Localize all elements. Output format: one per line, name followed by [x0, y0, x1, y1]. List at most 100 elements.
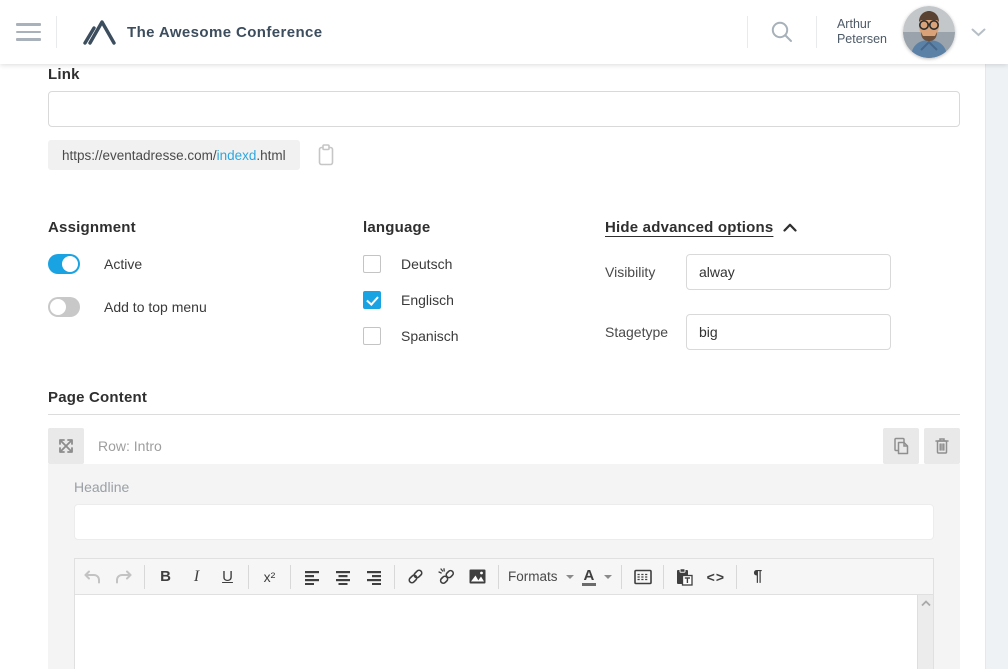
page: Link https://eventadresse.com/indexd.htm…	[0, 64, 1008, 669]
visibility-input[interactable]	[686, 254, 891, 290]
user-first-name: Arthur	[837, 17, 887, 32]
paragraph-button[interactable]: ¶	[742, 561, 773, 593]
checkbox-row-englisch: Englisch	[363, 291, 605, 309]
dropdown-caret-icon	[604, 575, 612, 579]
user-avatar[interactable]	[903, 6, 955, 58]
user-menu-caret[interactable]	[955, 28, 1008, 37]
formats-dropdown[interactable]: Formats	[504, 561, 578, 593]
active-toggle[interactable]	[48, 254, 80, 274]
advanced-options-section: Hide advanced options Visibility Stagety…	[605, 219, 960, 350]
text-color-button[interactable]: A	[578, 561, 617, 593]
top-menu-toggle-label: Add to top menu	[104, 299, 207, 315]
hamburger-icon	[16, 23, 41, 26]
insert-image-button[interactable]	[462, 561, 493, 593]
top-menu-toggle[interactable]	[48, 297, 80, 317]
align-left-icon	[304, 569, 320, 585]
link-input[interactable]	[48, 91, 960, 127]
brand[interactable]: The Awesome Conference	[57, 19, 323, 45]
visual-blocks-icon	[634, 569, 652, 585]
url-preview-row: https://eventadresse.com/indexd.html	[48, 140, 960, 170]
underline-button[interactable]: U	[212, 561, 243, 593]
spanisch-label: Spanisch	[401, 328, 459, 344]
undo-button[interactable]	[77, 561, 108, 593]
link-icon	[407, 568, 424, 585]
content-row-header: Row: Intro	[48, 428, 960, 464]
toggle-row-top-menu: Add to top menu	[48, 297, 363, 317]
url-slug: indexd	[217, 148, 257, 163]
app-title: The Awesome Conference	[127, 24, 323, 41]
editor-toolbar: B I U x²	[75, 559, 933, 595]
align-right-button[interactable]	[358, 561, 389, 593]
editor-scrollbar[interactable]	[917, 595, 933, 669]
headline-input[interactable]	[74, 504, 934, 540]
deutsch-checkbox[interactable]	[363, 255, 381, 273]
delete-row-button[interactable]	[924, 428, 960, 464]
clipboard-icon	[316, 144, 336, 166]
remove-link-button[interactable]	[431, 561, 462, 593]
headline-label: Headline	[74, 479, 934, 495]
search-button[interactable]	[748, 0, 816, 64]
image-icon	[469, 569, 486, 584]
editor-content-area[interactable]	[75, 595, 933, 669]
hamburger-menu-button[interactable]	[0, 0, 56, 64]
assignment-label: Assignment	[48, 219, 363, 237]
link-section: Link https://eventadresse.com/indexd.htm…	[48, 66, 960, 170]
avatar-photo	[903, 6, 955, 58]
visual-blocks-button[interactable]	[627, 561, 658, 593]
url-suffix: .html	[256, 148, 285, 163]
stagetype-label: Stagetype	[605, 324, 686, 340]
englisch-checkbox[interactable]	[363, 291, 381, 309]
page-right-gutter	[985, 64, 1008, 669]
forecolor-icon: A	[582, 568, 597, 586]
source-code-button[interactable]: <>	[700, 561, 731, 593]
align-left-button[interactable]	[296, 561, 327, 593]
hide-advanced-options-link[interactable]: Hide advanced options	[605, 219, 797, 236]
italic-button[interactable]: I	[181, 561, 212, 593]
paste-text-icon	[676, 568, 693, 586]
section-divider	[48, 414, 960, 415]
user-name: Arthur Petersen	[817, 17, 903, 47]
hide-advanced-options-label: Hide advanced options	[605, 219, 773, 236]
url-preview: https://eventadresse.com/indexd.html	[48, 140, 300, 170]
richtext-editor: B I U x²	[74, 558, 934, 669]
unlink-icon	[438, 568, 456, 585]
superscript-button[interactable]: x²	[254, 561, 285, 593]
insert-link-button[interactable]	[400, 561, 431, 593]
copy-url-button[interactable]	[312, 141, 340, 169]
conference-logo-icon	[83, 19, 117, 45]
chevron-down-icon	[971, 28, 986, 37]
stagetype-input[interactable]	[686, 314, 891, 350]
chevron-up-icon	[783, 223, 797, 232]
redo-button[interactable]	[108, 561, 139, 593]
move-icon	[56, 436, 76, 456]
toggle-row-active: Active	[48, 254, 363, 274]
user-last-name: Petersen	[837, 32, 887, 47]
active-toggle-label: Active	[104, 256, 142, 272]
duplicate-row-button[interactable]	[883, 428, 919, 464]
move-row-button[interactable]	[48, 428, 84, 464]
main-content: Link https://eventadresse.com/indexd.htm…	[0, 64, 985, 669]
bold-button[interactable]: B	[150, 561, 181, 593]
checkbox-row-deutsch: Deutsch	[363, 255, 605, 273]
align-center-button[interactable]	[327, 561, 358, 593]
align-right-icon	[366, 569, 382, 585]
englisch-label: Englisch	[401, 292, 454, 308]
content-row-body: Headline	[48, 464, 960, 669]
settings-columns: Assignment Active Add to top menu langua…	[48, 219, 960, 350]
assignment-section: Assignment Active Add to top menu	[48, 219, 363, 350]
scroll-up-icon	[921, 600, 931, 607]
checkbox-row-spanisch: Spanisch	[363, 327, 605, 345]
undo-icon	[84, 570, 101, 584]
align-center-icon	[335, 569, 351, 585]
spanisch-checkbox[interactable]	[363, 327, 381, 345]
stagetype-field-row: Stagetype	[605, 314, 960, 350]
visibility-label: Visibility	[605, 264, 686, 280]
copy-icon	[891, 436, 911, 456]
link-label: Link	[48, 66, 960, 84]
paste-as-text-button[interactable]	[669, 561, 700, 593]
deutsch-label: Deutsch	[401, 256, 452, 272]
language-label: language	[363, 219, 605, 237]
row-title: Row: Intro	[98, 438, 162, 454]
url-prefix: https://eventadresse.com/	[62, 148, 217, 163]
page-content-title: Page Content	[48, 389, 960, 407]
